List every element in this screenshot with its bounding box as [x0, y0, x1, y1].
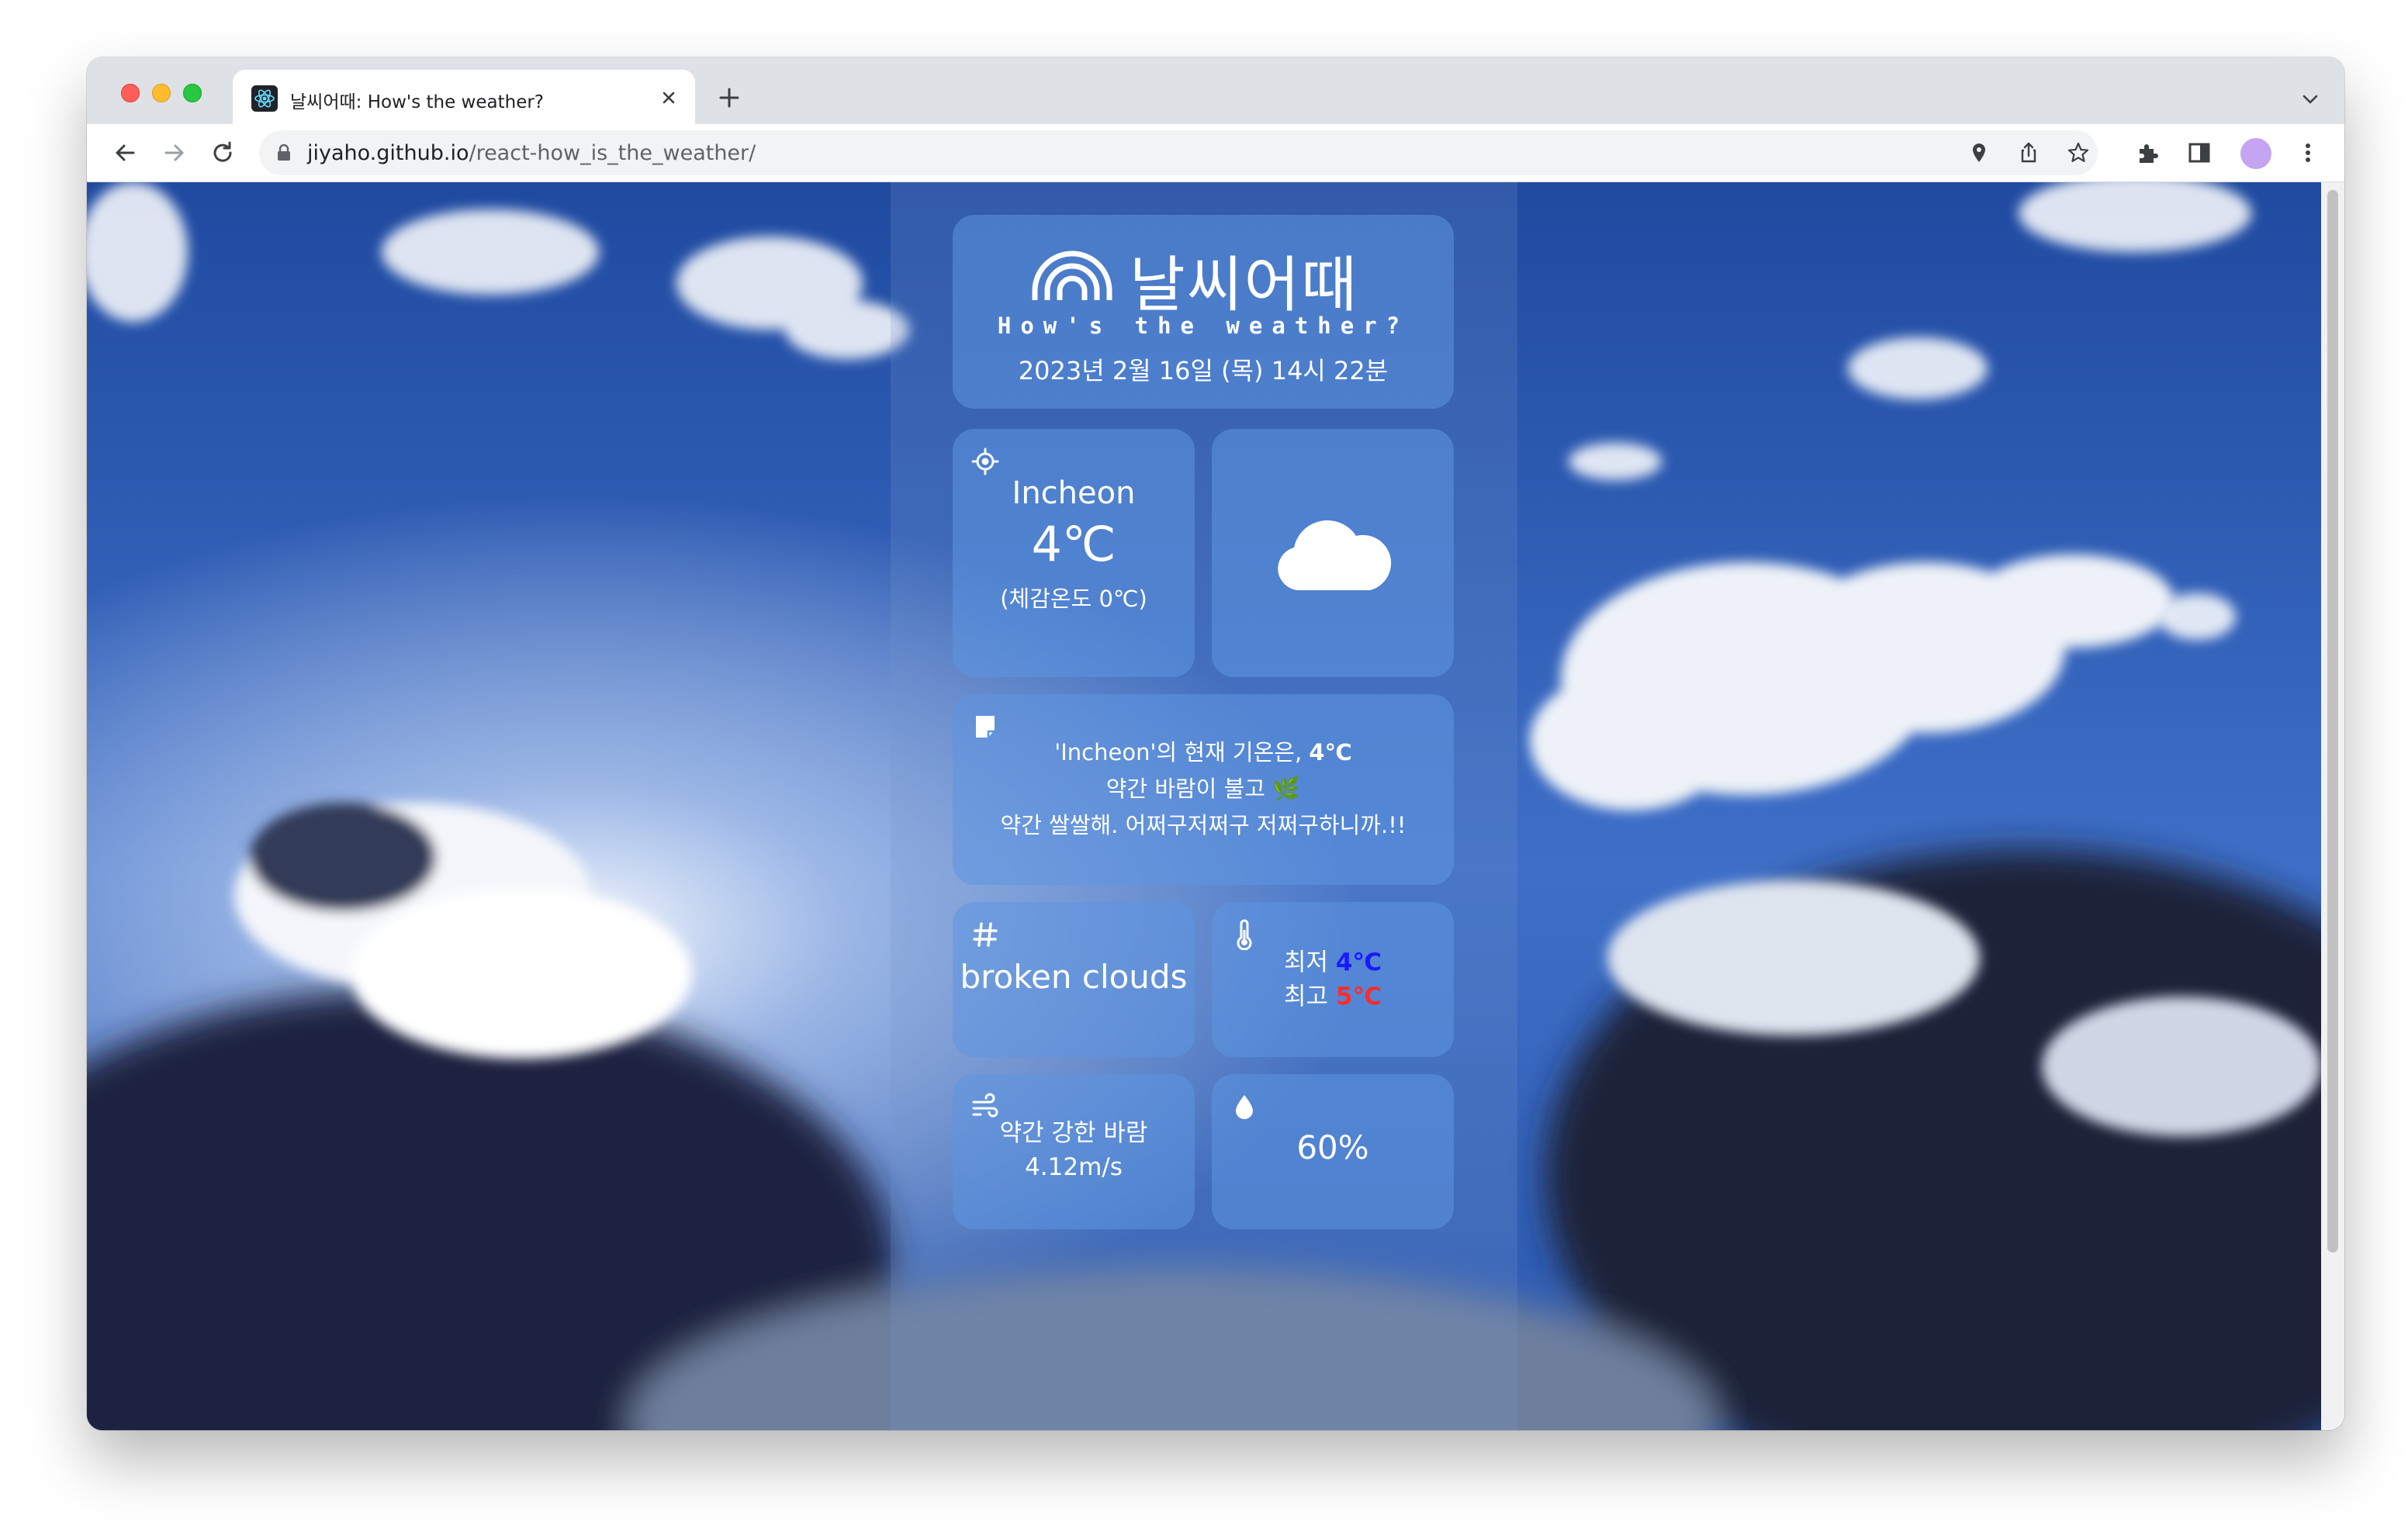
- weather-column: 날씨어때 How's the weather? 2023년 2월 16일 (목)…: [891, 182, 1517, 1430]
- scrollbar-thumb[interactable]: [2327, 190, 2338, 1253]
- url-text: jiyaho.github.io/react-how_is_the_weathe…: [307, 141, 756, 165]
- title-card: 날씨어때 How's the weather? 2023년 2월 16일 (목)…: [953, 215, 1454, 409]
- wind-card: 약간 강한 바람 4.12m/s: [953, 1074, 1195, 1229]
- side-panel-icon[interactable]: [2186, 140, 2213, 166]
- hashtag-icon: [973, 922, 998, 947]
- wind-info: 약간 강한 바람 4.12m/s: [953, 1116, 1195, 1184]
- max-temp-label: 최고: [1283, 983, 1336, 1011]
- tab-strip: 날씨어때: How's the weather?: [87, 57, 2344, 126]
- reload-icon[interactable]: [208, 138, 237, 168]
- browser-toolbar: jiyaho.github.io/react-how_is_the_weathe…: [87, 124, 2344, 182]
- min-temp-value: 4℃: [1335, 949, 1382, 976]
- max-temp-value: 5℃: [1335, 983, 1382, 1011]
- humidity-value: 60%: [1296, 1128, 1369, 1166]
- window-close-button[interactable]: [121, 84, 140, 102]
- more-menu-icon[interactable]: [2295, 140, 2321, 166]
- tab-title: 날씨어때: How's the weather?: [290, 92, 545, 112]
- weather-message: 'Incheon'의 현재 기온은, 4℃ 약간 바람이 불고 🌿 약간 쌀쌀해…: [953, 734, 1454, 844]
- react-favicon-icon: [251, 85, 278, 112]
- min-max-card: 최저 4℃ 최고 5℃: [1212, 902, 1454, 1057]
- message-line-1: 'Incheon'의 현재 기온은, 4℃: [953, 734, 1454, 771]
- tab-close-icon[interactable]: [656, 85, 681, 110]
- min-max-temperature: 최저 4℃ 최고 5℃: [1212, 945, 1454, 1014]
- back-arrow-icon[interactable]: [110, 138, 140, 168]
- cloud-icon: [1278, 520, 1392, 590]
- humidity-card: 60%: [1212, 1074, 1454, 1229]
- tab-search-chevron-icon[interactable]: [2299, 88, 2321, 110]
- message-line-3: 약간 쌀쌀해. 어쩌구저쩌구 저쩌구하니까.!!: [1000, 812, 1406, 838]
- location-pin-icon[interactable]: [1967, 141, 1991, 164]
- extensions-puzzle-icon[interactable]: [2135, 140, 2161, 166]
- address-bar[interactable]: jiyaho.github.io/react-how_is_the_weathe…: [259, 130, 2098, 175]
- tab-active[interactable]: 날씨어때: How's the weather?: [233, 70, 695, 126]
- min-temp-label: 최저: [1283, 949, 1336, 976]
- wind-speed: 4.12m/s: [1025, 1153, 1123, 1181]
- message-line-2: 약간 바람이 불고 🌿: [1105, 776, 1301, 802]
- page-scrollbar[interactable]: [2321, 182, 2344, 1430]
- page-viewport: 날씨어때 How's the weather? 2023년 2월 16일 (목)…: [87, 182, 2321, 1430]
- message-line-1-text: 'Incheon'의 현재 기온은,: [1054, 739, 1310, 766]
- max-temp-row: 최고 5℃: [1212, 980, 1454, 1014]
- profile-avatar[interactable]: [2240, 138, 2271, 169]
- rainbow-logo-icon: [1032, 251, 1112, 300]
- weather-icon-card: [1212, 429, 1454, 677]
- current-temperature: 4℃: [1031, 516, 1116, 572]
- location-card: Incheon 4℃ (체감온도 0℃): [953, 429, 1195, 677]
- weather-message-card: 'Incheon'의 현재 기온은, 4℃ 약간 바람이 불고 🌿 약간 쌀쌀해…: [953, 694, 1454, 885]
- share-icon[interactable]: [2017, 141, 2040, 164]
- wind-label: 약간 강한 바람: [999, 1119, 1148, 1147]
- min-temp-row: 최저 4℃: [1212, 945, 1454, 980]
- crosshair-location-icon: [971, 448, 999, 475]
- current-datetime: 2023년 2월 16일 (목) 14시 22분: [1018, 356, 1389, 385]
- forward-arrow-icon[interactable]: [160, 138, 189, 168]
- city-name: Incheon: [1012, 475, 1136, 511]
- description-card: broken clouds: [953, 902, 1195, 1057]
- message-line-1-temp: 4℃: [1309, 739, 1352, 766]
- lock-icon: [276, 143, 292, 161]
- feels-like-temperature: (체감온도 0℃): [1000, 586, 1147, 612]
- window-maximize-button[interactable]: [183, 84, 202, 102]
- weather-description: broken clouds: [960, 958, 1188, 996]
- app-subtitle: How's the weather?: [997, 313, 1410, 339]
- url-path: /react-how_is_the_weather/: [469, 141, 756, 165]
- bookmark-star-icon[interactable]: [2067, 141, 2090, 164]
- app-title: 날씨어때: [1130, 251, 1359, 320]
- url-host: jiyaho.github.io: [307, 141, 469, 165]
- new-tab-plus-icon[interactable]: [715, 84, 743, 112]
- water-drop-icon: [1236, 1095, 1253, 1119]
- window-minimize-button[interactable]: [152, 84, 171, 102]
- browser-window: 날씨어때: How's the weather? jiyaho.github.i…: [87, 57, 2344, 1430]
